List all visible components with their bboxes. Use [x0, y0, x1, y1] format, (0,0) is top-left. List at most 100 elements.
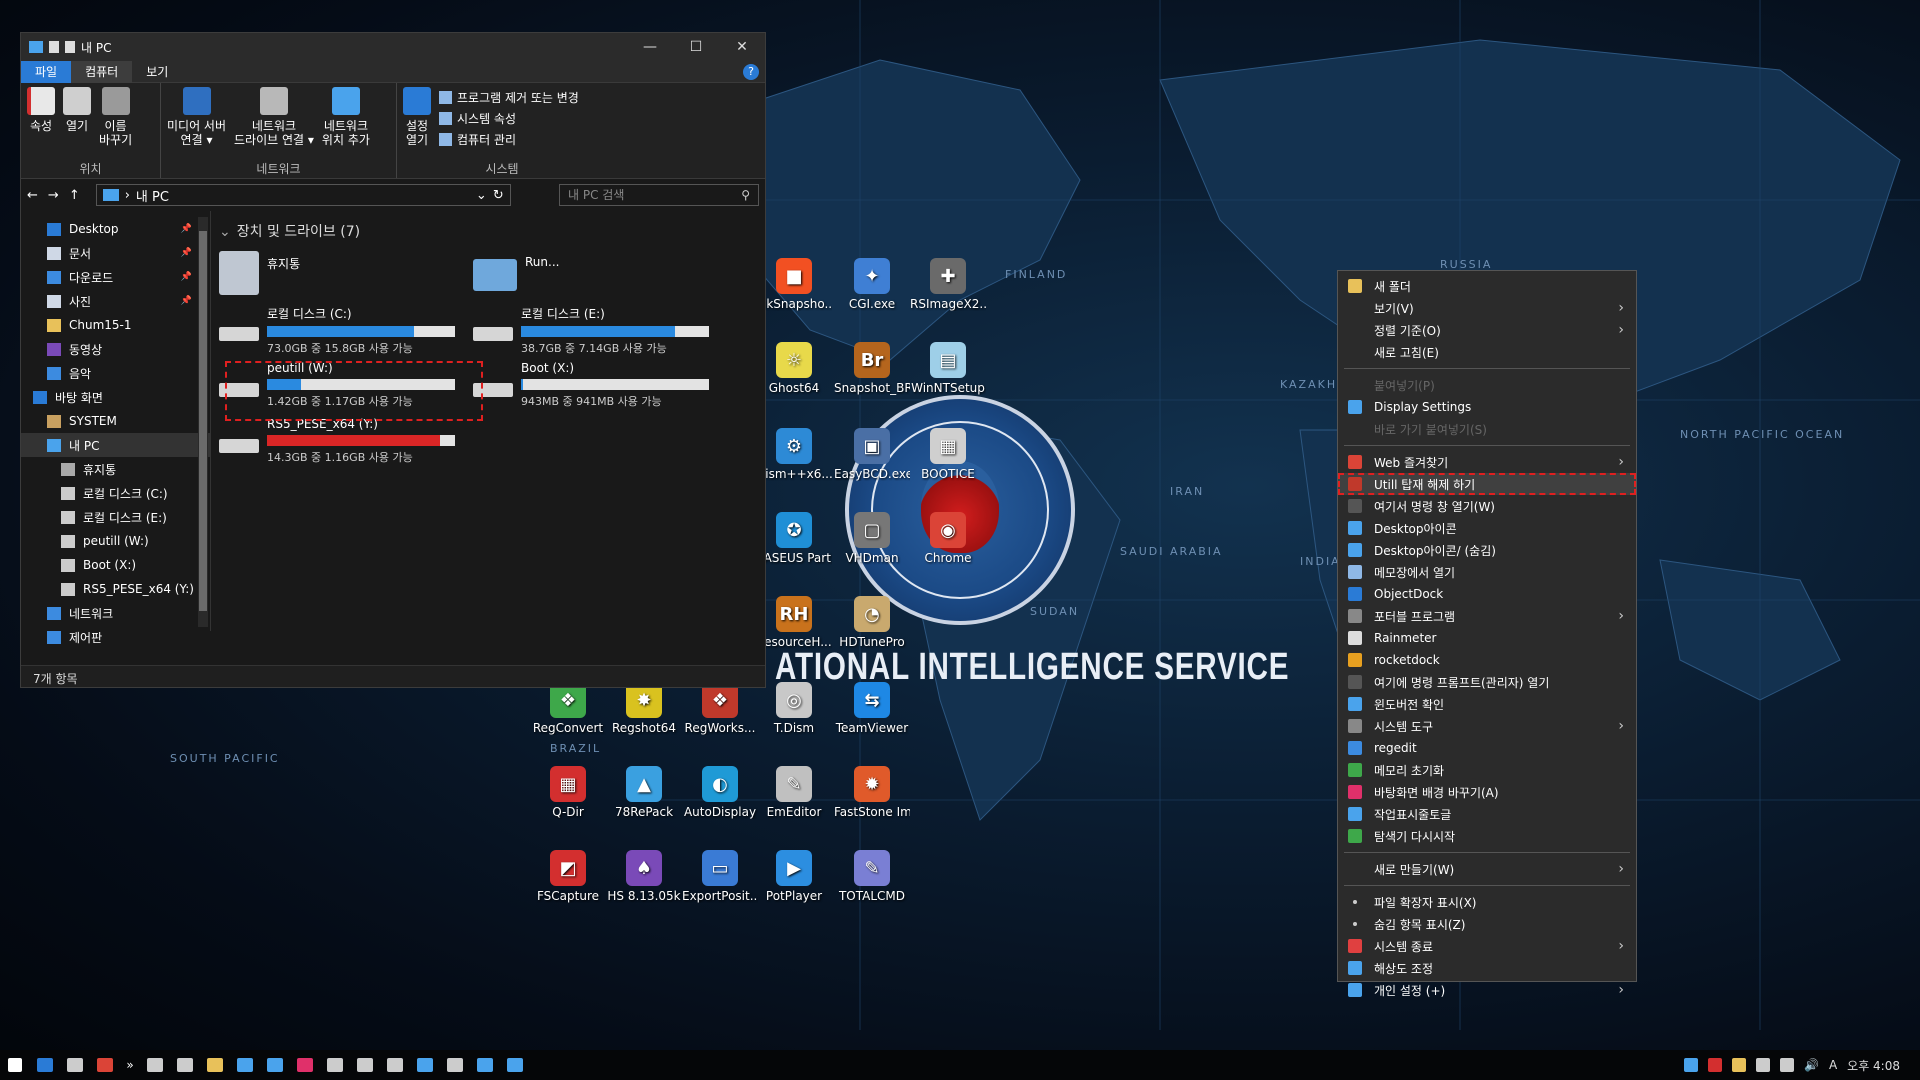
desktop-icon[interactable]: ❖ RegWorks... [682, 682, 758, 735]
context-menu-item[interactable]: Web 즐겨찾기 › [1338, 451, 1636, 473]
context-menu-item[interactable]: Desktop아이콘 [1338, 517, 1636, 539]
desktop-icon[interactable]: ▦ Q-Dir [530, 766, 606, 819]
desktop-icon[interactable]: ◔ HDTunePro [834, 596, 910, 649]
desktop-icon[interactable]: ♠ HS 8.13.05k [606, 850, 682, 903]
context-menu-item[interactable]: Rainmeter [1338, 627, 1636, 649]
desktop-icon[interactable]: ⚙ Dism++x6... [756, 428, 832, 481]
taskbar-app-button[interactable] [350, 1050, 380, 1080]
desktop-icon[interactable]: ✎ EmEditor [756, 766, 832, 819]
nav-item[interactable]: 사진 📌 [21, 289, 210, 313]
desktop-icon[interactable]: ◎ T.Dism [756, 682, 832, 735]
nav-item[interactable]: 네트워크 [21, 601, 210, 625]
desktop-icon[interactable]: Br Snapshot_BR [834, 342, 910, 395]
quick-access-properties-icon[interactable] [49, 41, 59, 53]
recycle-bin-item[interactable]: 휴지통 [219, 251, 475, 305]
uninstall-program-link[interactable]: 프로그램 제거 또는 변경 [439, 89, 579, 106]
title-bar[interactable]: 내 PC — ☐ ✕ [21, 33, 765, 61]
context-menu-item[interactable]: Utill 탑재 해제 하기 [1338, 473, 1636, 495]
media-server-button[interactable]: 미디어 서버 연결 ▾ [167, 87, 226, 160]
close-button[interactable]: ✕ [719, 39, 765, 55]
nav-item[interactable]: Boot (X:) [21, 553, 210, 577]
start-button[interactable] [0, 1050, 30, 1080]
context-menu-item[interactable]: 숨김 항목 표시(Z) [1338, 913, 1636, 935]
taskbar-app-button[interactable] [320, 1050, 350, 1080]
nav-scrollbar[interactable] [198, 217, 208, 627]
taskbar-app-button[interactable] [290, 1050, 320, 1080]
overflow-chevron-icon[interactable]: » [120, 1050, 140, 1080]
context-menu-item[interactable]: regedit [1338, 737, 1636, 759]
desktop-icon[interactable]: ▶ PotPlayer [756, 850, 832, 903]
system-properties-link[interactable]: 시스템 속성 [439, 110, 579, 127]
context-menu-item[interactable]: rocketdock [1338, 649, 1636, 671]
context-menu-item[interactable]: 탐색기 다시시작 [1338, 825, 1636, 847]
context-menu-item[interactable]: ObjectDock [1338, 583, 1636, 605]
desktop-icon[interactable]: ❖ RegConvert [530, 682, 606, 735]
desktop-icon[interactable]: ⇆ TeamViewer [834, 682, 910, 735]
taskbar-app-button[interactable] [380, 1050, 410, 1080]
tray-icon[interactable] [1779, 1058, 1794, 1072]
taskbar-app-button[interactable] [230, 1050, 260, 1080]
nav-item[interactable]: 바탕 화면 [21, 385, 210, 409]
file-explorer-window[interactable]: 내 PC — ☐ ✕ 파일 컴퓨터 보기 ? 속성 열기 이름 바꾸기 위치 미… [20, 32, 766, 688]
taskbar-app-button[interactable] [260, 1050, 290, 1080]
pin-icon[interactable]: 📌 [181, 248, 192, 258]
desktop-icon[interactable]: ✸ Regshot64 [606, 682, 682, 735]
tray-icon[interactable] [1707, 1058, 1722, 1072]
pin-icon[interactable]: 📌 [181, 224, 192, 234]
help-icon[interactable]: ? [743, 63, 759, 80]
context-menu-item[interactable]: 여기에 명령 프롬프트(관리자) 열기 [1338, 671, 1636, 693]
nav-item[interactable]: RS5_PESE_x64 (Y:) [21, 577, 210, 601]
context-menu-item[interactable]: 시스템 종료 › [1338, 935, 1636, 957]
taskbar-app-button[interactable] [60, 1050, 90, 1080]
context-menu-item[interactable]: Desktop아이콘/ (숨김) [1338, 539, 1636, 561]
tray-icon[interactable] [1683, 1058, 1698, 1072]
tab-view[interactable]: 보기 [132, 61, 182, 83]
minimize-button[interactable]: — [627, 39, 673, 55]
open-button[interactable]: 열기 [63, 87, 91, 160]
desktop-icon[interactable]: ✎ TOTALCMD [834, 850, 910, 903]
desktop-icon[interactable]: ▦ BOOTICE [910, 428, 986, 481]
volume-icon[interactable]: 🔊 [1804, 1058, 1819, 1072]
taskbar-app-button[interactable] [90, 1050, 120, 1080]
nav-item[interactable]: SYSTEM [21, 409, 210, 433]
context-menu-item[interactable]: 새로 고침(E) [1338, 341, 1636, 363]
clock[interactable]: 오후 4:08 [1847, 1057, 1900, 1074]
desktop-icon[interactable]: ▢ VHDman [834, 512, 910, 565]
nav-item[interactable]: Chum15-1 [21, 313, 210, 337]
desktop-icon[interactable]: ▭ ExportPosit... [682, 850, 758, 903]
drive-item[interactable]: Boot (X:) 943MB 중 941MB 사용 가능 [473, 361, 729, 415]
context-menu-item[interactable]: 메모장에서 열기 [1338, 561, 1636, 583]
desktop-icon[interactable]: ■ MkSnapsho... [756, 258, 832, 311]
desktop-icon[interactable]: ◐ AutoDisplay [682, 766, 758, 819]
rename-button[interactable]: 이름 바꾸기 [99, 87, 132, 160]
context-menu-item[interactable]: 윈도버전 확인 [1338, 693, 1636, 715]
nav-item[interactable]: Desktop 📌 [21, 217, 210, 241]
taskbar-app-button[interactable] [500, 1050, 530, 1080]
desktop-icon[interactable]: ✚ RSImageX2... [910, 258, 986, 311]
nav-item[interactable]: 휴지통 [21, 457, 210, 481]
nav-item[interactable]: 로컬 디스크 (C:) [21, 481, 210, 505]
nav-item[interactable]: 동영상 [21, 337, 210, 361]
desktop-icon[interactable]: ✹ FastStone Image ... [834, 766, 910, 819]
nav-item[interactable]: 제어판 [21, 625, 210, 649]
open-settings-button[interactable]: 설정 열기 [403, 87, 431, 160]
pin-icon[interactable]: 📌 [181, 296, 192, 306]
context-menu-item[interactable]: 보기(V) › [1338, 297, 1636, 319]
desktop-icon[interactable]: ✪ EASEUS Partiti... [756, 512, 832, 565]
drive-item[interactable]: 로컬 디스크 (C:) 73.0GB 중 15.8GB 사용 가능 [219, 305, 475, 359]
nav-item[interactable]: 음악 [21, 361, 210, 385]
nav-item[interactable]: 다운로드 📌 [21, 265, 210, 289]
address-dropdown-icon[interactable]: ⌄ [476, 188, 487, 203]
maximize-button[interactable]: ☐ [673, 39, 719, 55]
ime-indicator[interactable]: A [1829, 1058, 1837, 1072]
context-menu-item[interactable]: 메모리 초기화 [1338, 759, 1636, 781]
tab-file[interactable]: 파일 [21, 60, 72, 83]
refresh-icon[interactable]: ↻ [493, 188, 504, 203]
devices-section-header[interactable]: ⌄ 장치 및 드라이브 (7) [219, 221, 757, 241]
drive-item[interactable]: RS5_PESE_x64 (Y:) 14.3GB 중 1.16GB 사용 가능 [219, 417, 475, 471]
pin-icon[interactable]: 📌 [181, 272, 192, 282]
desktop-icon[interactable]: RH ResourceH... [756, 596, 832, 649]
back-arrow-icon[interactable]: ← [27, 188, 38, 203]
computer-management-link[interactable]: 컴퓨터 관리 [439, 131, 579, 148]
tray-icon[interactable] [1755, 1058, 1770, 1072]
